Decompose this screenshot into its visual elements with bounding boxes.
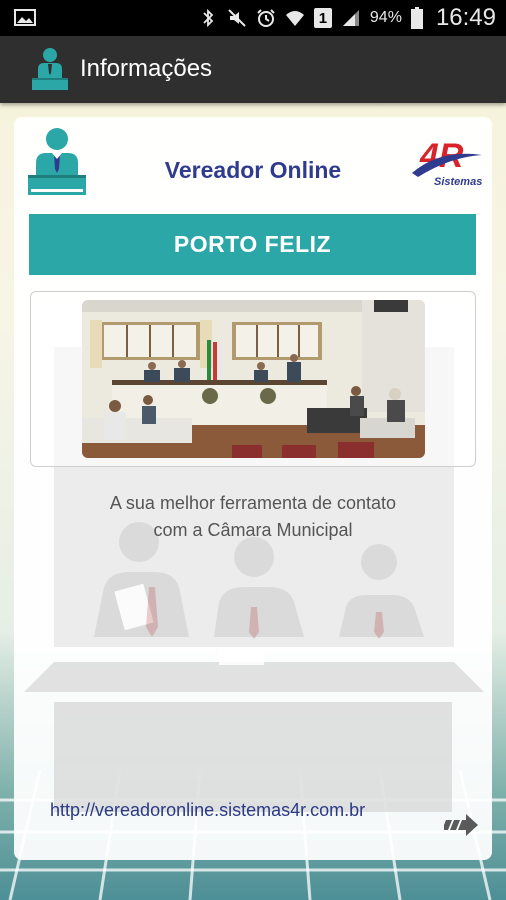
tagline: A sua melhor ferramenta de contato com a… bbox=[14, 490, 492, 544]
svg-text:Sistemas: Sistemas bbox=[434, 176, 482, 188]
photo-frame bbox=[30, 291, 476, 467]
alarm-icon bbox=[257, 9, 275, 27]
wifi-icon bbox=[285, 11, 304, 26]
info-card: Vereador Online 4R Sistemas PORTO FELIZ bbox=[14, 117, 492, 860]
councilman-icon[interactable] bbox=[30, 47, 70, 91]
forward-arrow-icon[interactable] bbox=[444, 812, 478, 838]
battery-percent: 94% bbox=[369, 9, 402, 26]
gallery-icon bbox=[14, 9, 36, 26]
bluetooth-icon bbox=[203, 8, 214, 28]
signal-icon bbox=[342, 10, 359, 26]
battery-icon bbox=[410, 7, 423, 29]
mute-icon bbox=[228, 9, 246, 27]
sim-icon: 1 bbox=[313, 8, 332, 28]
website-link[interactable]: http://vereadoronline.sistemas4r.com.br bbox=[50, 800, 365, 821]
4r-sistemas-logo: 4R Sistemas bbox=[412, 137, 482, 188]
tagline-line-2: com a Câmara Municipal bbox=[153, 520, 353, 540]
council-chamber-photo bbox=[82, 300, 425, 458]
app-bar: Informações bbox=[0, 36, 506, 103]
city-banner: PORTO FELIZ bbox=[29, 214, 476, 275]
status-bar: 1 94% 16:49 bbox=[0, 0, 506, 36]
page-title: Informações bbox=[80, 55, 213, 82]
tagline-line-1: A sua melhor ferramenta de contato bbox=[109, 493, 397, 513]
clock: 16:49 bbox=[435, 4, 496, 31]
